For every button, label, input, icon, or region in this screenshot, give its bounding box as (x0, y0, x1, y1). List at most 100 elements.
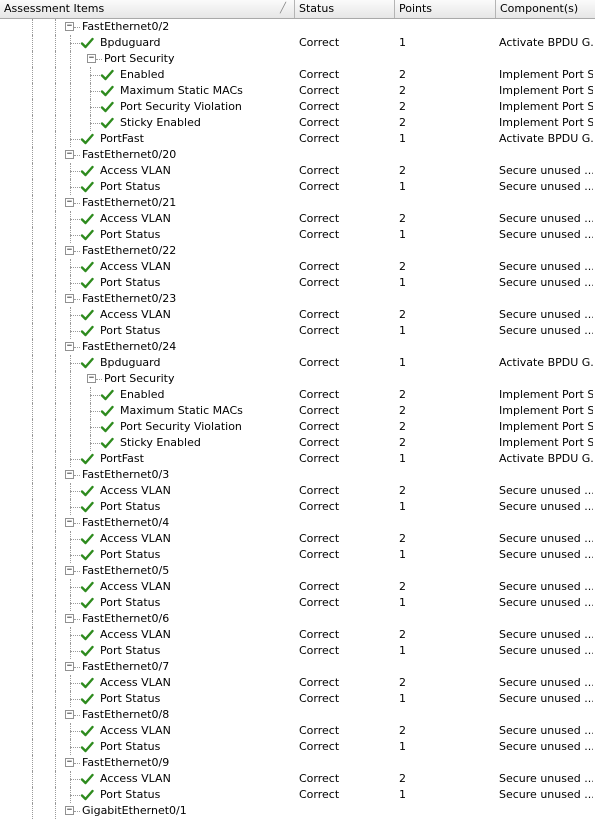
item-label: Port Status (100, 500, 161, 513)
check-mark-icon (100, 421, 114, 433)
tree-item-row[interactable]: Access VLAN Correct 2 Secure unused ... (0, 531, 595, 547)
points-cell: 1 (399, 596, 406, 609)
tree-item-row[interactable]: Access VLAN Correct 2 Secure unused ... (0, 771, 595, 787)
tree-item-row[interactable]: Enabled Correct 2 Implement Port S... (0, 67, 595, 83)
tree-guide-line (70, 99, 71, 115)
component-cell: Secure unused ... (499, 164, 593, 177)
tree-group-row[interactable]: − FastEthernet0/24 (0, 339, 595, 355)
minus-box-icon[interactable]: − (65, 662, 74, 671)
tree-guide-line (32, 195, 33, 211)
tree-group-row[interactable]: − FastEthernet0/6 (0, 611, 595, 627)
item-label: PortFast (100, 132, 144, 145)
status-cell: Correct (299, 772, 340, 785)
tree-item-row[interactable]: Access VLAN Correct 2 Secure unused ... (0, 675, 595, 691)
tree-guide-line (55, 595, 56, 611)
tree-item-row[interactable]: Maximum Static MACs Correct 2 Implement Por… (0, 83, 595, 99)
group-label: FastEthernet0/5 (82, 564, 170, 577)
tree-guide-line (55, 323, 56, 339)
tree-guide-line (32, 275, 33, 291)
tree-connector (70, 587, 80, 588)
tree-group-row[interactable]: − FastEthernet0/9 (0, 755, 595, 771)
tree-item-row[interactable]: Port Status Correct 1 Secure unused ... (0, 227, 595, 243)
status-cell: Correct (299, 644, 340, 657)
minus-box-icon[interactable]: − (65, 614, 74, 623)
tree-group-row[interactable]: − FastEthernet0/4 (0, 515, 595, 531)
tree-group-row[interactable]: − FastEthernet0/22 (0, 243, 595, 259)
tree-item-row[interactable]: Port Status Correct 1 Secure unused ... (0, 499, 595, 515)
minus-box-icon[interactable]: − (65, 22, 74, 31)
tree-guide-line (55, 19, 56, 35)
tree-group-row[interactable]: − Port Security (0, 51, 595, 67)
tree-group-row[interactable]: − FastEthernet0/21 (0, 195, 595, 211)
tree-group-row[interactable]: − FastEthernet0/7 (0, 659, 595, 675)
tree-item-row[interactable]: Enabled Correct 2 Implement Port S... (0, 387, 595, 403)
tree-item-row[interactable]: Port Status Correct 1 Secure unused ... (0, 179, 595, 195)
column-header-status[interactable]: Status (295, 0, 395, 18)
tree-item-row[interactable]: Access VLAN Correct 2 Secure unused ... (0, 627, 595, 643)
tree-item-row[interactable]: Bpduguard Correct 1 Activate BPDU G... (0, 35, 595, 51)
tree-group-row[interactable]: − FastEthernet0/23 (0, 291, 595, 307)
tree-item-row[interactable]: Port Status Correct 1 Secure unused ... (0, 595, 595, 611)
tree-item-row[interactable]: Access VLAN Correct 2 Secure unused ... (0, 579, 595, 595)
tree-item-row[interactable]: Access VLAN Correct 2 Secure unused ... (0, 723, 595, 739)
tree-item-row[interactable]: Port Status Correct 1 Secure unused ... (0, 323, 595, 339)
tree-group-row[interactable]: − Port Security (0, 371, 595, 387)
minus-box-icon[interactable]: − (65, 246, 74, 255)
column-header-components[interactable]: Component(s) (496, 0, 595, 18)
minus-box-icon[interactable]: − (65, 806, 74, 815)
minus-box-icon[interactable]: − (65, 566, 74, 575)
tree-connector (74, 571, 80, 572)
tree-item-row[interactable]: PortFast Correct 1 Activate BPDU G... (0, 451, 595, 467)
tree-item-row[interactable]: Port Security Violation Correct 2 Implement… (0, 99, 595, 115)
tree-group-row[interactable]: − GigabitEthernet0/1 (0, 803, 595, 819)
tree-guide-line (55, 515, 56, 531)
minus-box-icon[interactable]: − (65, 758, 74, 767)
tree-item-row[interactable]: Port Status Correct 1 Secure unused ... (0, 691, 595, 707)
tree-guide-line (32, 691, 33, 707)
minus-box-icon[interactable]: − (65, 470, 74, 479)
minus-box-icon[interactable]: − (87, 54, 96, 63)
tree-guide-line (32, 755, 33, 771)
tree-item-row[interactable]: Port Status Correct 1 Secure unused ... (0, 275, 595, 291)
tree-item-row[interactable]: Sticky Enabled Correct 2 Implement Port S..… (0, 435, 595, 451)
group-label: FastEthernet0/21 (82, 196, 177, 209)
tree-item-row[interactable]: Port Status Correct 1 Secure unused ... (0, 547, 595, 563)
tree-item-row[interactable]: Access VLAN Correct 2 Secure unused ... (0, 483, 595, 499)
tree-group-row[interactable]: − FastEthernet0/5 (0, 563, 595, 579)
points-cell: 2 (399, 676, 406, 689)
item-label: Access VLAN (100, 580, 171, 593)
minus-box-icon[interactable]: − (87, 374, 96, 383)
tree-item-row[interactable]: Sticky Enabled Correct 2 Implement Port S..… (0, 115, 595, 131)
minus-box-icon[interactable]: − (65, 518, 74, 527)
tree-item-row[interactable]: Port Status Correct 1 Secure unused ... (0, 739, 595, 755)
tree-item-row[interactable]: PortFast Correct 1 Activate BPDU G... (0, 131, 595, 147)
tree-connector (74, 667, 80, 668)
minus-box-icon[interactable]: − (65, 150, 74, 159)
tree-item-row[interactable]: Bpduguard Correct 1 Activate BPDU G... (0, 355, 595, 371)
status-cell: Correct (299, 324, 340, 337)
tree-group-row[interactable]: − FastEthernet0/8 (0, 707, 595, 723)
tree-item-row[interactable]: Port Status Correct 1 Secure unused ... (0, 643, 595, 659)
minus-box-icon[interactable]: − (65, 294, 74, 303)
column-header-points[interactable]: Points (395, 0, 496, 18)
tree-item-row[interactable]: Access VLAN Correct 2 Secure unused ... (0, 259, 595, 275)
item-label: Port Status (100, 324, 161, 337)
tree-item-row[interactable]: Maximum Static MACs Correct 2 Implement Por… (0, 403, 595, 419)
minus-box-icon[interactable]: − (65, 342, 74, 351)
tree-group-row[interactable]: − FastEthernet0/3 (0, 467, 595, 483)
component-cell: Secure unused ... (499, 532, 593, 545)
minus-box-icon[interactable]: − (65, 198, 74, 207)
tree-item-row[interactable]: Access VLAN Correct 2 Secure unused ... (0, 307, 595, 323)
tree-group-row[interactable]: − FastEthernet0/2 (0, 19, 595, 35)
tree-item-row[interactable]: Access VLAN Correct 2 Secure unused ... (0, 163, 595, 179)
minus-box-icon[interactable]: − (65, 710, 74, 719)
item-label: Access VLAN (100, 532, 171, 545)
column-header-label: Status (299, 2, 335, 15)
tree-item-row[interactable]: Access VLAN Correct 2 Secure unused ... (0, 211, 595, 227)
tree-connector (90, 91, 100, 92)
tree-item-row[interactable]: Port Security Violation Correct 2 Implement… (0, 419, 595, 435)
tree-item-row[interactable]: Port Status Correct 1 Secure unused ... (0, 787, 595, 803)
column-header-assessment-items[interactable]: Assessment Items ╱ (0, 0, 295, 18)
tree-group-row[interactable]: − FastEthernet0/20 (0, 147, 595, 163)
points-cell: 2 (399, 212, 406, 225)
